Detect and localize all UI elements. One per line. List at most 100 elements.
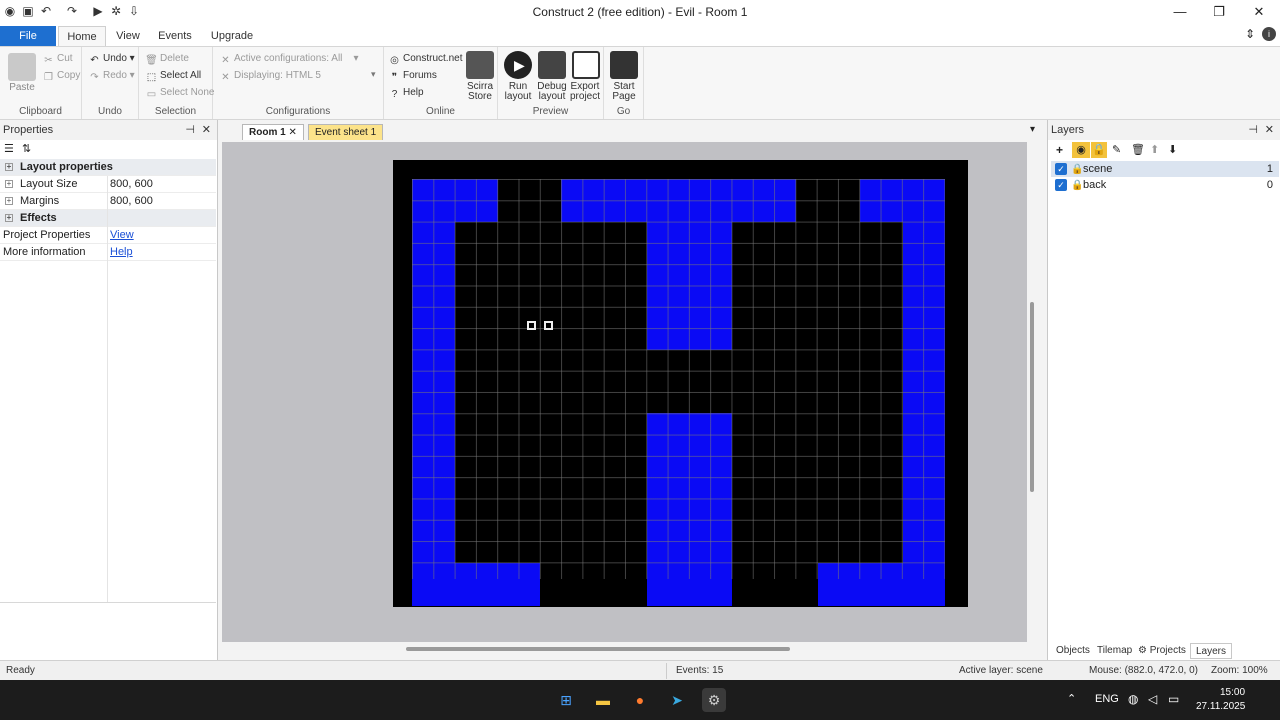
- start-page-button[interactable]: Start Page: [606, 82, 642, 102]
- expand-icon[interactable]: +: [5, 197, 13, 205]
- expand-icon[interactable]: +: [5, 180, 13, 188]
- tab-close-icon[interactable]: ✕: [288, 127, 296, 138]
- telegram-icon[interactable]: ➤: [665, 688, 689, 712]
- layer-visible-checkbox[interactable]: ✓: [1055, 163, 1067, 175]
- group-label: Online: [426, 106, 455, 117]
- layer-visible-checkbox[interactable]: ✓: [1055, 179, 1067, 191]
- displaying-dropdown[interactable]: ✕ Displaying: HTML 5: [219, 69, 321, 84]
- clock-time[interactable]: 15:00: [1220, 687, 1245, 698]
- tab-layers[interactable]: Layers: [1190, 643, 1233, 659]
- construct-net-link[interactable]: ◎ Construct.net: [388, 52, 462, 67]
- layers-header: Layers ⊣ ✕: [1048, 120, 1280, 140]
- horizontal-scrollbar[interactable]: [406, 647, 790, 651]
- expand-icon[interactable]: +: [5, 163, 13, 171]
- battery-icon[interactable]: ▭: [1168, 692, 1179, 706]
- ribbon-collapse-icon[interactable]: ⇕: [1245, 27, 1255, 41]
- scirra-store-button[interactable]: Scirra Store: [460, 82, 500, 102]
- layer-row-back[interactable]: ✓ 🔒 back 0: [1051, 177, 1279, 193]
- firefox-icon[interactable]: ●: [628, 688, 652, 712]
- paste-button[interactable]: Paste: [4, 83, 40, 93]
- property-row[interactable]: + Margins 800, 600: [0, 193, 216, 210]
- tab-room-1[interactable]: Room 1 ✕: [242, 124, 304, 140]
- file-explorer-icon[interactable]: ▬: [591, 688, 615, 712]
- cut-button[interactable]: ✂ Cut: [42, 52, 72, 67]
- pin-icon[interactable]: ⊣: [185, 120, 195, 140]
- construct-app-icon[interactable]: ⚙: [702, 688, 726, 712]
- run-layout-button[interactable]: Run layout: [500, 82, 536, 102]
- tab-events[interactable]: Events: [152, 26, 198, 46]
- layer-row-scene[interactable]: ✓ 🔒 scene 1: [1051, 161, 1279, 177]
- property-row[interactable]: + Layout Size 800, 600: [0, 176, 216, 193]
- group-label: Selection: [154, 106, 197, 117]
- delete-layer-icon[interactable]: 🗑: [1131, 143, 1145, 156]
- status-zoom: Zoom: 100%: [1211, 665, 1268, 676]
- title-bar: ◉ ▣ ↶ ↷ ▶ ✲ ⇩ Construct 2 (free edition)…: [0, 0, 1280, 24]
- volume-icon[interactable]: ◁: [1148, 692, 1157, 706]
- select-all-button[interactable]: ⬚ Select All: [145, 69, 201, 84]
- select-none-button[interactable]: ▭ Select None: [145, 86, 215, 101]
- tools-icon: ✕: [221, 72, 230, 83]
- close-icon[interactable]: ✕: [1265, 120, 1274, 140]
- column-divider: [107, 176, 108, 602]
- group-undo: ↶ Undo ▾ ↷ Redo ▾ Undo: [82, 47, 139, 119]
- tab-event-sheet-1[interactable]: Event sheet 1: [308, 124, 384, 140]
- tray-chevron-up-icon[interactable]: ⌃: [1067, 692, 1076, 705]
- group-label: Clipboard: [19, 106, 62, 117]
- close-icon[interactable]: ✕: [202, 120, 211, 140]
- project-properties-link[interactable]: View: [110, 227, 134, 244]
- help-link[interactable]: ? Help: [388, 86, 424, 101]
- debug-layout-button[interactable]: Debug layout: [534, 82, 570, 102]
- tab-home[interactable]: Home: [58, 26, 106, 46]
- move-up-icon[interactable]: ⬆: [1150, 143, 1159, 156]
- lock-icon[interactable]: 🔒: [1071, 162, 1083, 178]
- chevron-down-icon[interactable]: ▾: [371, 69, 376, 80]
- undo-icon: ↶: [90, 55, 99, 66]
- forums-icon: ❞: [391, 72, 398, 83]
- player-eye-right[interactable]: [544, 321, 553, 330]
- language-indicator[interactable]: ENG: [1095, 693, 1119, 705]
- divider: [0, 602, 216, 603]
- tab-view[interactable]: View: [108, 26, 148, 46]
- info-icon[interactable]: i: [1262, 27, 1276, 41]
- sort-alpha-icon[interactable]: ⇅: [22, 142, 31, 155]
- restore-button[interactable]: ❐: [1199, 0, 1239, 24]
- home-icon: [610, 51, 638, 79]
- tile-grid: [412, 179, 945, 579]
- network-icon[interactable]: ◍: [1128, 692, 1138, 706]
- tab-tilemap[interactable]: Tilemap: [1097, 643, 1132, 659]
- group-label: Preview: [532, 106, 569, 117]
- group-configurations: ✕ Active configurations: All ▾ ✕ Displayin…: [213, 47, 384, 119]
- tab-upgrade[interactable]: Upgrade: [204, 26, 260, 46]
- vertical-scrollbar[interactable]: [1030, 302, 1034, 492]
- active-configurations-dropdown[interactable]: ✕ Active configurations: All ▾: [219, 52, 358, 67]
- move-down-icon[interactable]: ⬇: [1168, 143, 1177, 156]
- undo-button[interactable]: ↶ Undo ▾: [88, 52, 134, 67]
- tab-file[interactable]: File: [0, 26, 56, 46]
- group-clipboard: Paste ✂ Cut ❐ Copy Clipboard: [0, 47, 82, 119]
- minimize-button[interactable]: —: [1160, 0, 1200, 24]
- store-icon: [466, 51, 494, 79]
- tab-objects[interactable]: Objects: [1056, 643, 1090, 659]
- expand-icon[interactable]: +: [5, 214, 13, 222]
- lock-icon[interactable]: 🔒: [1071, 178, 1083, 194]
- windows-start-icon[interactable]: ⊞: [554, 688, 578, 712]
- pin-icon[interactable]: ⊣: [1248, 120, 1258, 140]
- lock-icon[interactable]: 🔒: [1091, 142, 1107, 158]
- more-information-link[interactable]: Help: [110, 244, 133, 261]
- clock-date[interactable]: 27.11.2025: [1196, 701, 1245, 712]
- add-layer-icon[interactable]: +: [1056, 143, 1063, 157]
- forums-link[interactable]: ❞ Forums: [388, 69, 437, 84]
- categorized-icon[interactable]: ☰: [4, 142, 14, 155]
- export-project-button[interactable]: Export project: [566, 82, 604, 102]
- edit-layer-icon[interactable]: ✎: [1112, 143, 1121, 156]
- delete-button[interactable]: 🗑 Delete: [145, 52, 189, 67]
- close-button[interactable]: ✕: [1239, 0, 1279, 24]
- property-row[interactable]: + Layout properties: [0, 159, 216, 176]
- tabs-dropdown-icon[interactable]: ▾: [1030, 124, 1035, 135]
- copy-button[interactable]: ❐ Copy: [42, 69, 80, 84]
- player-eye-left[interactable]: [527, 321, 536, 330]
- eye-icon[interactable]: ◉: [1072, 142, 1090, 158]
- redo-button[interactable]: ↷ Redo ▾: [88, 69, 134, 84]
- tab-projects[interactable]: ⚙ Projects: [1138, 643, 1186, 659]
- property-row[interactable]: + Effects: [0, 210, 216, 227]
